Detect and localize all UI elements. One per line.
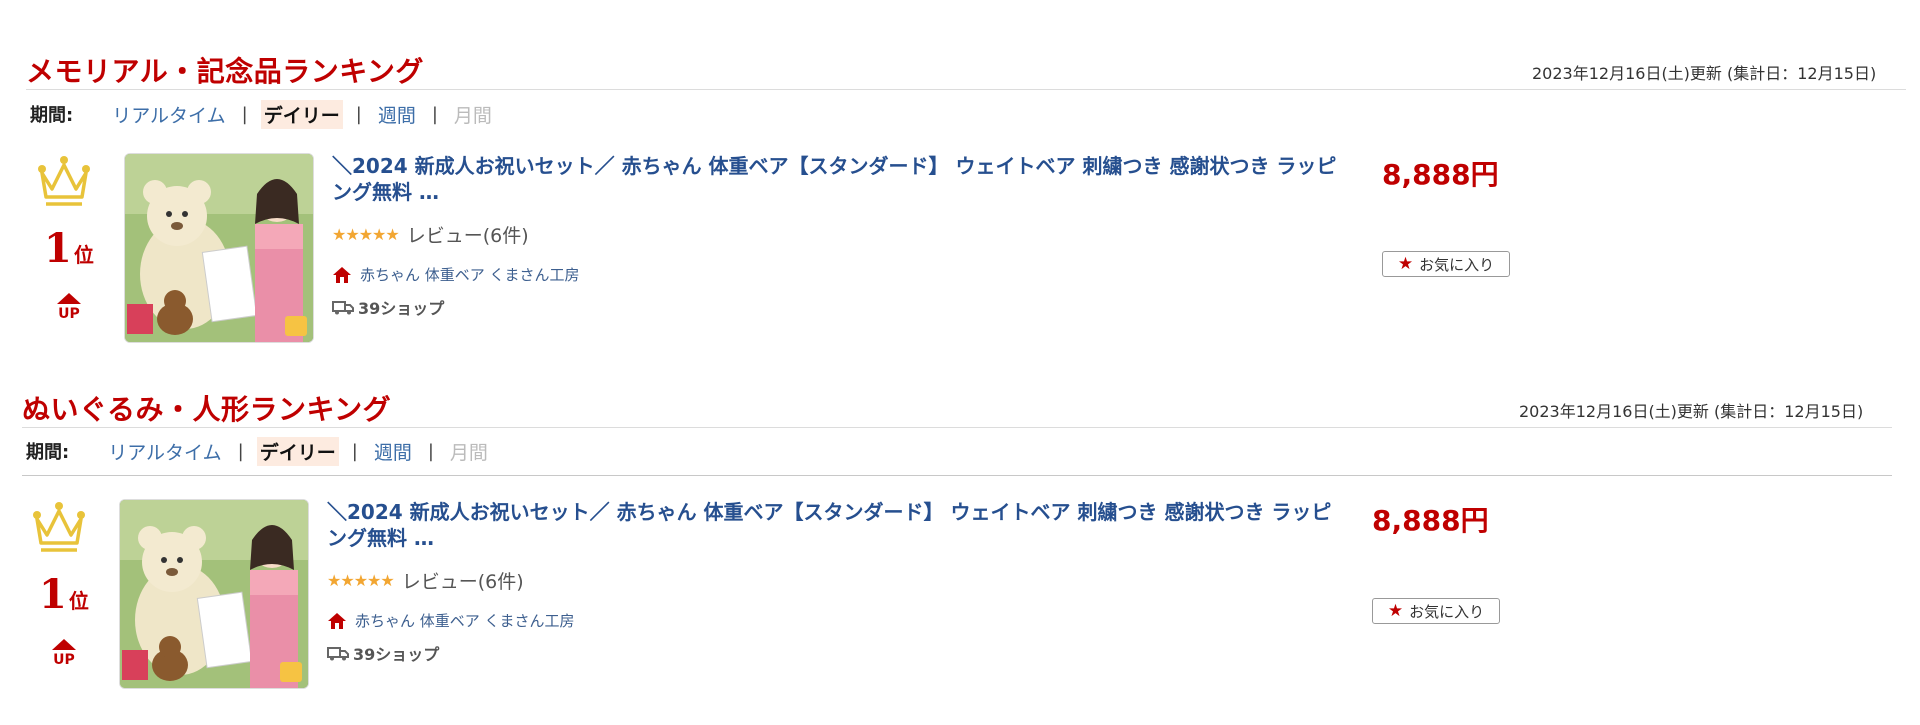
ranking-section-dolls: ぬいぐるみ・人形ランキング 2023年12月16日(土)更新 (集計日：12月1… <box>0 388 1920 718</box>
favorite-label: お気に入り <box>1419 255 1495 274</box>
tab-separator: | <box>237 440 244 462</box>
rank-up-badge: UP <box>54 293 84 322</box>
rank-change-label: UP <box>58 306 80 322</box>
rank-value: 1 <box>39 571 67 618</box>
rank-number: 1位 <box>39 571 89 618</box>
product-photo <box>120 500 308 688</box>
tab-weekly[interactable]: 週間 <box>371 437 415 466</box>
divider <box>22 475 1892 476</box>
rank-unit: 位 <box>68 589 89 613</box>
tab-separator: | <box>351 440 358 462</box>
truck-icon <box>332 301 354 315</box>
up-arrow-icon <box>57 293 81 304</box>
shop-row: 赤ちゃん 体重ベア くまさん工房 <box>332 264 1352 285</box>
shipping-row: 39ショップ <box>332 295 1352 319</box>
shipping-label: 39ショップ <box>358 299 445 318</box>
rank-change-label: UP <box>53 652 75 668</box>
tab-realtime[interactable]: リアルタイム <box>109 100 228 129</box>
favorite-button[interactable]: ★ お気に入り <box>1372 598 1500 624</box>
period-label: 期間: <box>26 442 70 463</box>
review-row: ★★★★★ レビュー(6件) <box>327 567 1347 594</box>
review-link[interactable]: レビュー(6件) <box>407 221 529 248</box>
tab-realtime[interactable]: リアルタイム <box>105 437 224 466</box>
shop-house-icon <box>328 612 346 629</box>
tab-separator: | <box>427 440 434 462</box>
tab-monthly: 月間 <box>449 441 488 464</box>
truck-icon <box>327 647 349 661</box>
shop-house-icon <box>333 266 351 283</box>
rank-badge: 1位 UP <box>24 153 114 353</box>
tab-daily[interactable]: デイリー <box>260 99 343 129</box>
tab-separator: | <box>431 103 438 125</box>
rank-up-badge: UP <box>49 639 79 668</box>
product-price: 8,888円 <box>1382 158 1499 191</box>
rank-value: 1 <box>44 225 72 272</box>
product-photo <box>125 154 313 342</box>
update-date: 2023年12月16日(土)更新 (集計日：12月15日) <box>1532 64 1877 83</box>
shop-row: 赤ちゃん 体重ベア くまさん工房 <box>327 610 1347 631</box>
tab-separator: | <box>241 103 248 125</box>
product-price: 8,888円 <box>1372 504 1489 537</box>
period-label: 期間: <box>30 105 74 126</box>
up-arrow-icon <box>52 639 76 650</box>
section-title: メモリアル・記念品ランキング <box>26 55 424 88</box>
favorite-label: お気に入り <box>1409 602 1485 621</box>
period-tabs: 期間: リアルタイム | デイリー | 週間 | 月間 <box>26 436 491 466</box>
divider <box>22 427 1892 428</box>
product-info: ＼2024 新成人お祝いセット／ 赤ちゃん 体重ベア【スタンダード】 ウェイトベ… <box>327 499 1347 665</box>
review-row: ★★★★★ レビュー(6件) <box>332 221 1352 248</box>
ranking-section-memorial: メモリアル・記念品ランキング 2023年12月16日(土)更新 (集計日：12月… <box>0 50 1920 380</box>
favorite-button[interactable]: ★ お気に入り <box>1382 251 1510 277</box>
star-icon: ★ <box>1387 601 1404 621</box>
product-image[interactable] <box>119 499 309 689</box>
period-tabs: 期間: リアルタイム | デイリー | 週間 | 月間 <box>30 99 495 129</box>
crown-icon <box>38 156 90 206</box>
shop-name-link[interactable]: 赤ちゃん 体重ベア くまさん工房 <box>360 264 580 285</box>
tab-separator: | <box>355 103 362 125</box>
tab-daily[interactable]: デイリー <box>256 436 339 466</box>
star-icon: ★ <box>1397 254 1414 274</box>
product-info: ＼2024 新成人お祝いセット／ 赤ちゃん 体重ベア【スタンダード】 ウェイトベ… <box>332 153 1352 319</box>
shipping-label: 39ショップ <box>353 645 440 664</box>
ranking-item: 1位 UP ＼2024 新成人お祝いセット／ 赤ちゃん 体重ベア【スタンダード】… <box>19 499 1619 699</box>
rating-stars: ★★★★★ <box>332 225 400 244</box>
tab-weekly[interactable]: 週間 <box>375 100 419 129</box>
section-title: ぬいぐるみ・人形ランキング <box>22 393 392 426</box>
divider <box>26 89 1906 90</box>
rank-number: 1位 <box>44 225 94 272</box>
product-title-link[interactable]: ＼2024 新成人お祝いセット／ 赤ちゃん 体重ベア【スタンダード】 ウェイトベ… <box>327 499 1347 551</box>
shop-name-link[interactable]: 赤ちゃん 体重ベア くまさん工房 <box>355 610 575 631</box>
tab-monthly: 月間 <box>453 104 492 127</box>
review-link[interactable]: レビュー(6件) <box>402 567 524 594</box>
product-image[interactable] <box>124 153 314 343</box>
shipping-row: 39ショップ <box>327 641 1347 665</box>
ranking-item: 1位 UP ＼2024 新成人お祝いセット／ 赤ちゃん 体重ベア【スタンダード】… <box>24 153 1624 353</box>
rank-badge: 1位 UP <box>19 499 109 699</box>
crown-icon <box>33 502 85 552</box>
update-date: 2023年12月16日(土)更新 (集計日：12月15日) <box>1519 402 1864 421</box>
rating-stars: ★★★★★ <box>327 571 395 590</box>
product-title-link[interactable]: ＼2024 新成人お祝いセット／ 赤ちゃん 体重ベア【スタンダード】 ウェイトベ… <box>332 153 1352 205</box>
rank-unit: 位 <box>73 243 94 267</box>
